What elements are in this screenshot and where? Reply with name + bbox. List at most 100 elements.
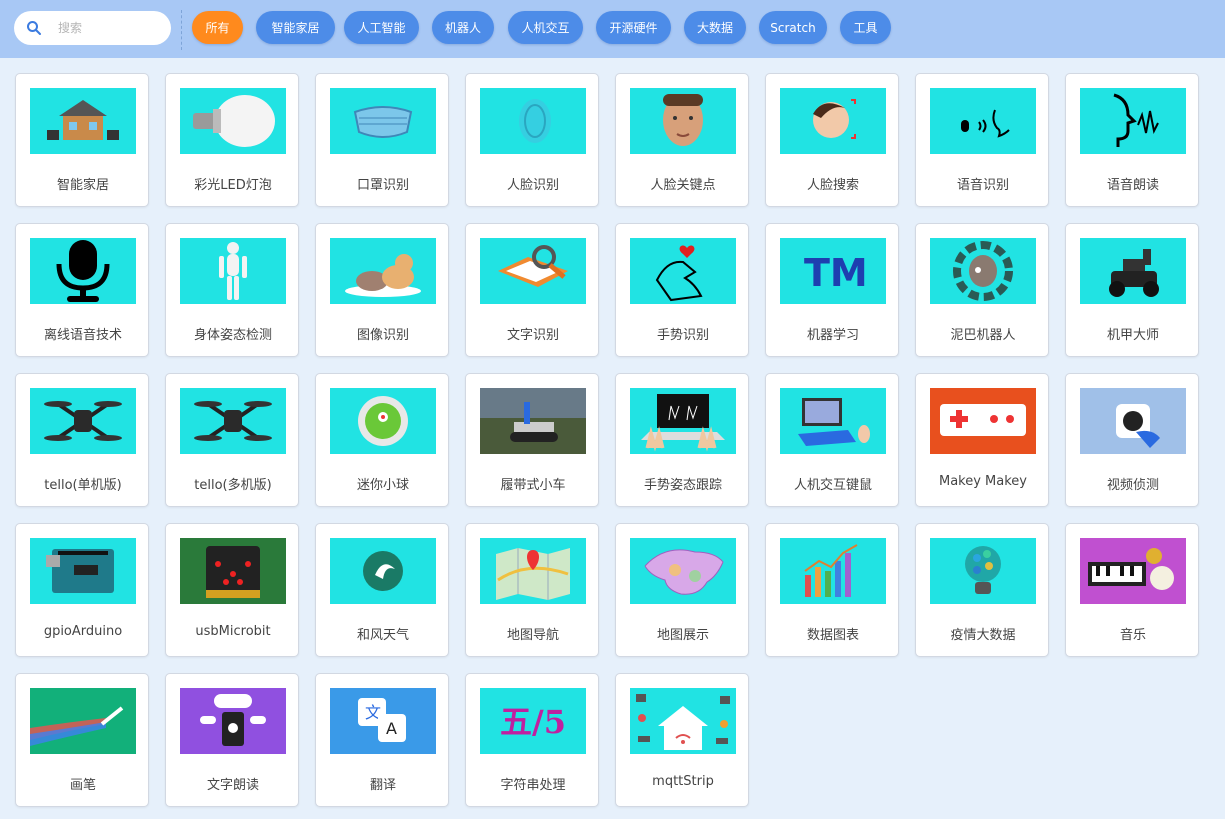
extension-card[interactable]: 音乐 bbox=[1065, 523, 1199, 657]
extension-card[interactable]: 手势识别 bbox=[615, 223, 749, 357]
data-bulb-icon bbox=[930, 538, 1036, 604]
extension-card[interactable]: 机甲大师 bbox=[1065, 223, 1199, 357]
extension-label: gpioArduino bbox=[43, 624, 123, 639]
translate-icon: 文A bbox=[330, 688, 436, 754]
toolbar-divider bbox=[181, 10, 182, 50]
keyboard-mouse-icon bbox=[780, 388, 886, 454]
extension-card[interactable]: 画笔 bbox=[15, 673, 149, 807]
svg-text:A: A bbox=[386, 719, 397, 738]
extension-card[interactable]: 图像识别 bbox=[315, 223, 449, 357]
speech-reading-icon bbox=[1080, 88, 1186, 154]
extension-label: 离线语音技术 bbox=[43, 328, 122, 343]
hand-gesture-icon bbox=[630, 238, 736, 304]
extension-card[interactable]: TM 机器学习 bbox=[765, 223, 899, 357]
face-recognition-icon bbox=[480, 88, 586, 154]
extension-label: 身体姿态检测 bbox=[193, 328, 272, 343]
china-map-icon bbox=[630, 538, 736, 604]
extension-card[interactable]: 文 A 翻译 bbox=[315, 673, 449, 807]
extension-card[interactable]: tello(单机版) bbox=[15, 373, 149, 507]
extension-card[interactable]: 履带式小车 bbox=[465, 373, 599, 507]
extension-label: 机甲大师 bbox=[1106, 328, 1159, 343]
extension-card[interactable]: 语音识别 bbox=[915, 73, 1049, 207]
extension-card[interactable]: usbMicrobit bbox=[165, 523, 299, 657]
filter-tag-3[interactable]: 机器人 bbox=[432, 11, 494, 44]
extension-label: 地图导航 bbox=[506, 628, 559, 643]
extension-label: 文字识别 bbox=[506, 328, 559, 343]
text-to-speech-icon bbox=[180, 688, 286, 754]
extension-card[interactable]: 人脸识别 bbox=[465, 73, 599, 207]
extension-label: 泥巴机器人 bbox=[950, 328, 1016, 343]
extension-label: 翻译 bbox=[369, 778, 396, 793]
extension-card[interactable]: 数据图表 bbox=[765, 523, 899, 657]
music-icon bbox=[1080, 538, 1186, 604]
extension-label: 人机交互键鼠 bbox=[793, 478, 872, 493]
robomaster-icon bbox=[1080, 238, 1186, 304]
filter-tag-5[interactable]: 开源硬件 bbox=[596, 11, 671, 44]
filter-tag-2[interactable]: 人工智能 bbox=[344, 11, 419, 44]
extension-card[interactable]: 泥巴机器人 bbox=[915, 223, 1049, 357]
microphone-icon bbox=[30, 238, 136, 304]
machine-learning-icon: TM bbox=[780, 238, 886, 304]
extension-label: 和风天气 bbox=[356, 628, 409, 643]
filter-tag-6[interactable]: 大数据 bbox=[684, 11, 746, 44]
extension-label: 口罩识别 bbox=[356, 178, 409, 193]
smart-home-icon bbox=[30, 88, 136, 154]
extension-label: 画笔 bbox=[69, 778, 96, 793]
extension-label: Makey Makey bbox=[938, 474, 1027, 489]
search-input[interactable] bbox=[58, 18, 163, 38]
top-bar: 所有智能家居人工智能机器人人机交互开源硬件大数据 Scratch 工具 bbox=[0, 0, 1225, 58]
extension-label: 履带式小车 bbox=[500, 478, 566, 493]
extension-card[interactable]: 地图展示 bbox=[615, 523, 749, 657]
extension-card[interactable]: 五/5 字符串处理 bbox=[465, 673, 599, 807]
bar-chart-icon bbox=[780, 538, 886, 604]
extension-card[interactable]: 口罩识别 bbox=[315, 73, 449, 207]
extension-card[interactable]: 地图导航 bbox=[465, 523, 599, 657]
led-bulb-icon bbox=[180, 88, 286, 154]
extension-card[interactable]: 视频侦测 bbox=[1065, 373, 1199, 507]
extension-card[interactable]: tello(多机版) bbox=[165, 373, 299, 507]
extension-card[interactable]: gpioArduino bbox=[15, 523, 149, 657]
extension-card[interactable]: 人机交互键鼠 bbox=[765, 373, 899, 507]
extension-card[interactable]: 离线语音技术 bbox=[15, 223, 149, 357]
extension-card[interactable]: 手势姿态跟踪 bbox=[615, 373, 749, 507]
makey-makey-icon bbox=[930, 388, 1036, 454]
extension-card[interactable]: 和风天气 bbox=[315, 523, 449, 657]
extension-label: 视频侦测 bbox=[1106, 478, 1159, 493]
weather-icon bbox=[330, 538, 436, 604]
filter-tag-1[interactable]: 智能家居 bbox=[256, 11, 335, 44]
mqtt-home-icon bbox=[630, 688, 736, 754]
extension-card[interactable]: mqttStrip bbox=[615, 673, 749, 807]
extension-label: 人脸关键点 bbox=[650, 178, 716, 193]
filter-tag-7[interactable]: Scratch bbox=[759, 11, 827, 44]
extension-label: 手势识别 bbox=[656, 328, 709, 343]
face-keypoints-icon bbox=[630, 88, 736, 154]
speech-recognition-icon bbox=[930, 88, 1036, 154]
extension-card[interactable]: 人脸关键点 bbox=[615, 73, 749, 207]
search-box[interactable] bbox=[14, 11, 171, 45]
filter-tag-0[interactable]: 所有 bbox=[192, 11, 243, 44]
extension-card[interactable]: 语音朗读 bbox=[1065, 73, 1199, 207]
extension-card[interactable]: 智能家居 bbox=[15, 73, 149, 207]
extension-card[interactable]: 疫情大数据 bbox=[915, 523, 1049, 657]
extension-label: tello(单机版) bbox=[44, 478, 122, 493]
hand-tracking-icon bbox=[630, 388, 736, 454]
extension-label: 人脸识别 bbox=[506, 178, 559, 193]
extension-card[interactable]: 身体姿态检测 bbox=[165, 223, 299, 357]
extension-card[interactable]: 文字识别 bbox=[465, 223, 599, 357]
extension-label: usbMicrobit bbox=[195, 624, 271, 639]
extension-card[interactable]: Makey Makey bbox=[915, 373, 1049, 507]
extension-label: 音乐 bbox=[1119, 628, 1146, 643]
extension-label: 手势姿态跟踪 bbox=[643, 478, 722, 493]
extension-label: 字符串处理 bbox=[500, 778, 566, 793]
extension-label: tello(多机版) bbox=[194, 478, 272, 493]
extension-card[interactable]: 人脸搜索 bbox=[765, 73, 899, 207]
string-icon: 五/5 bbox=[480, 688, 586, 754]
filter-tag-8[interactable]: 工具 bbox=[840, 11, 891, 44]
extension-card[interactable]: 文字朗读 bbox=[165, 673, 299, 807]
extension-label: 机器学习 bbox=[806, 328, 859, 343]
mud-robot-icon bbox=[930, 238, 1036, 304]
extension-label: 疫情大数据 bbox=[950, 628, 1016, 643]
extension-card[interactable]: 彩光LED灯泡 bbox=[165, 73, 299, 207]
extension-card[interactable]: 迷你小球 bbox=[315, 373, 449, 507]
filter-tag-4[interactable]: 人机交互 bbox=[508, 11, 583, 44]
